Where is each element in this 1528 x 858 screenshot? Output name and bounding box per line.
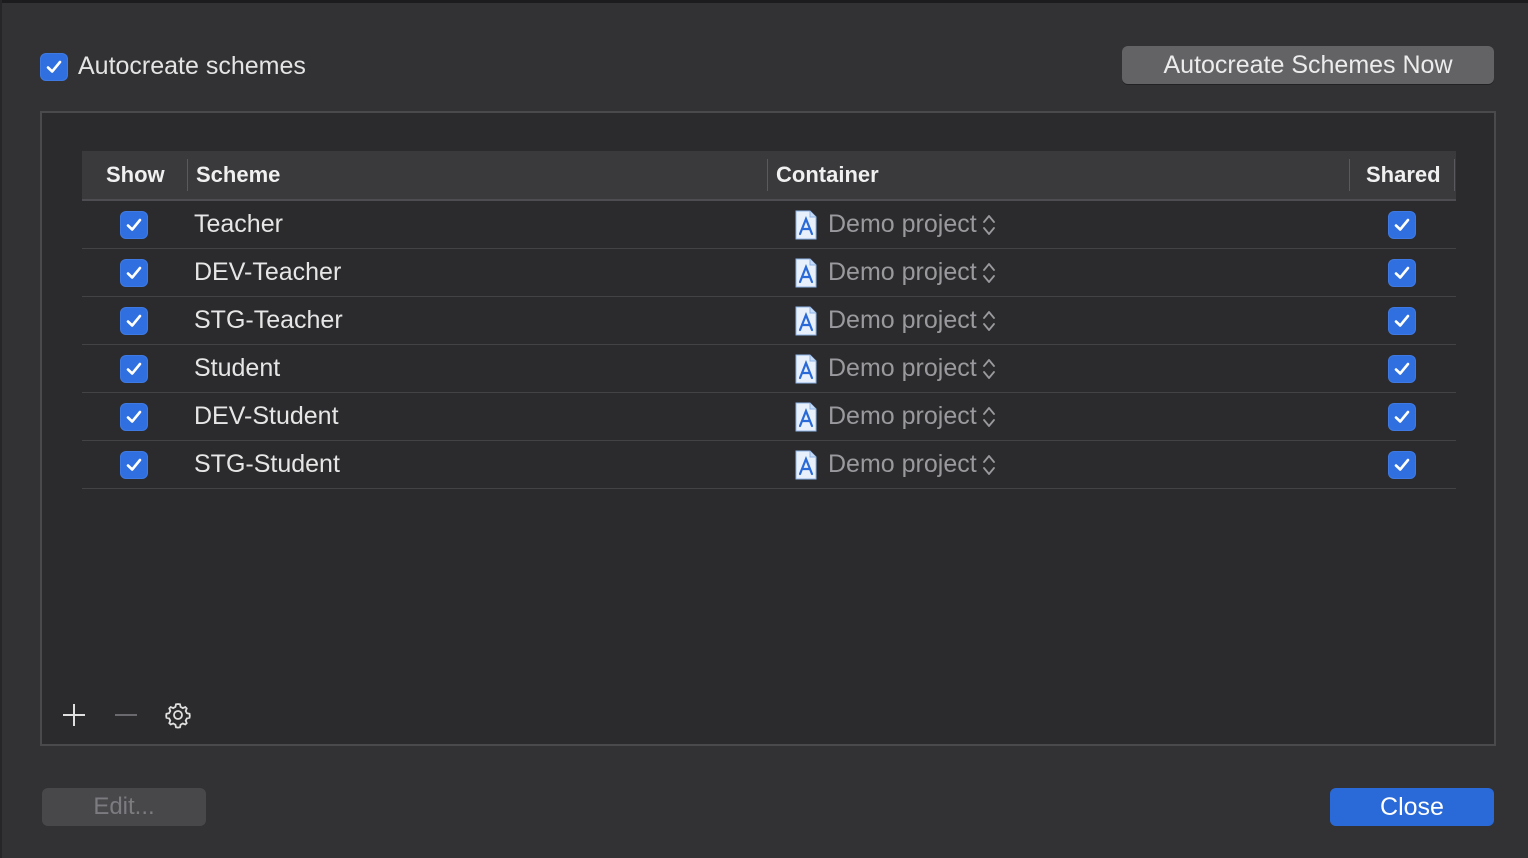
remove-scheme-button[interactable] [112,701,140,729]
show-checkbox[interactable] [120,258,148,287]
show-checkbox[interactable] [120,450,148,479]
container-popup[interactable]: Demo project [794,297,997,344]
scheme-name: STG-Student [194,450,340,478]
column-separator [1454,159,1455,191]
column-header-container[interactable]: Container [776,151,879,199]
window-top-border [0,0,1528,3]
table-toolbar [60,701,192,729]
column-header-show[interactable]: Show [106,151,165,199]
stepper-chevron-icon [981,212,997,238]
scheme-name: Student [194,354,281,382]
scheme-name: STG-Teacher [194,306,343,334]
scheme-name: DEV-Student [194,402,339,430]
shared-checkbox[interactable] [1388,354,1416,383]
project-document-icon [794,402,818,432]
schemes-panel: Show Scheme Container Shared Teacher Demo… [40,111,1496,746]
table-row[interactable]: Student Demo project [82,345,1456,393]
edit-button[interactable]: Edit... [42,788,206,826]
window-left-border [0,0,2,858]
container-label: Demo project [828,450,977,478]
shared-checkbox[interactable] [1388,402,1416,431]
table-header: Show Scheme Container Shared [82,151,1456,201]
shared-checkbox[interactable] [1388,450,1416,479]
container-label: Demo project [828,258,977,286]
project-document-icon [794,450,818,480]
stepper-chevron-icon [981,452,997,478]
project-document-icon [794,258,818,288]
checkbox-checked-icon[interactable] [40,52,68,81]
column-header-scheme[interactable]: Scheme [196,151,280,199]
stepper-chevron-icon [981,260,997,286]
shared-checkbox[interactable] [1388,210,1416,239]
container-label: Demo project [828,354,977,382]
show-checkbox[interactable] [120,354,148,383]
close-button[interactable]: Close [1330,788,1494,826]
scheme-settings-button[interactable] [164,701,192,729]
container-popup[interactable]: Demo project [794,393,997,440]
show-checkbox[interactable] [120,402,148,431]
project-document-icon [794,306,818,336]
container-label: Demo project [828,306,977,334]
container-popup[interactable]: Demo project [794,441,997,488]
table-body: Teacher Demo project DEV-Teacher Demo proje… [82,201,1456,489]
shared-checkbox[interactable] [1388,258,1416,287]
stepper-chevron-icon [981,308,997,334]
plus-icon [63,704,85,726]
add-scheme-button[interactable] [60,701,88,729]
gear-icon [165,703,191,729]
minus-icon [115,714,137,716]
container-label: Demo project [828,210,977,238]
container-popup[interactable]: Demo project [794,201,997,248]
column-separator [1349,159,1350,191]
project-document-icon [794,210,818,240]
stepper-chevron-icon [981,404,997,430]
shared-checkbox[interactable] [1388,306,1416,335]
container-label: Demo project [828,402,977,430]
container-popup[interactable]: Demo project [794,345,997,392]
table-row[interactable]: Teacher Demo project [82,201,1456,249]
column-separator [187,159,188,191]
table-row[interactable]: STG-Teacher Demo project [82,297,1456,345]
show-checkbox[interactable] [120,210,148,239]
scheme-name: DEV-Teacher [194,258,342,286]
scheme-name: Teacher [194,210,283,238]
column-separator [767,159,768,191]
column-header-shared[interactable]: Shared [1366,151,1441,199]
autocreate-schemes-now-button[interactable]: Autocreate Schemes Now [1122,46,1494,84]
show-checkbox[interactable] [120,306,148,335]
schemes-table: Show Scheme Container Shared Teacher Demo… [82,151,1456,489]
table-row[interactable]: STG-Student Demo project [82,441,1456,489]
autocreate-schemes-checkbox[interactable]: Autocreate schemes [40,52,306,81]
project-document-icon [794,354,818,384]
autocreate-schemes-label: Autocreate schemes [78,52,306,80]
stepper-chevron-icon [981,356,997,382]
table-row[interactable]: DEV-Student Demo project [82,393,1456,441]
container-popup[interactable]: Demo project [794,249,997,296]
table-row[interactable]: DEV-Teacher Demo project [82,249,1456,297]
